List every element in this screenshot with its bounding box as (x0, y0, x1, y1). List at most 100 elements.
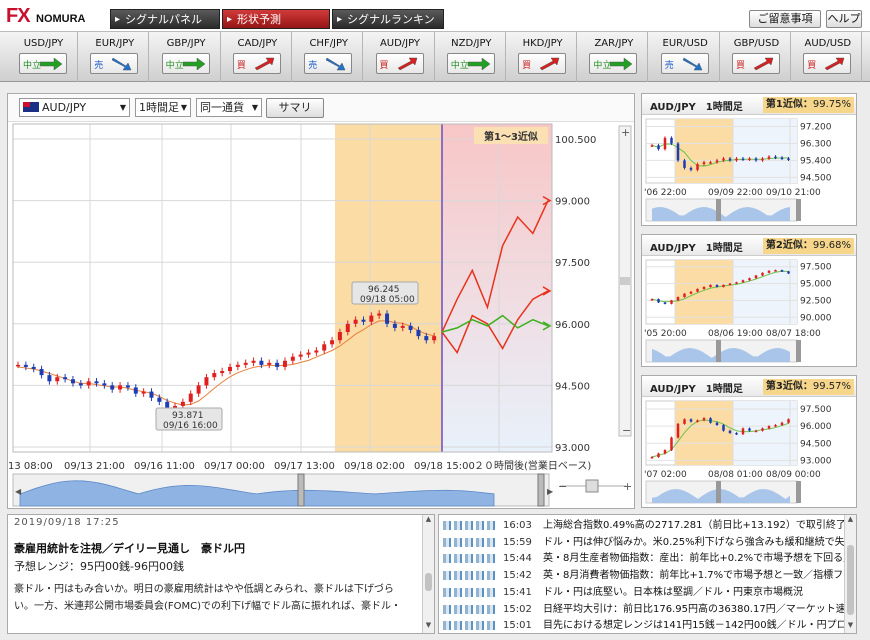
zoom-out-icon[interactable]: − (622, 424, 631, 437)
currency-eur-usd[interactable]: EUR/USD 売 (651, 32, 720, 82)
scroll-thumb[interactable] (847, 545, 854, 615)
horizontal-zoom-control[interactable]: − + (558, 479, 632, 493)
currency-hkd-jpy[interactable]: HKD/JPY 買 (508, 32, 578, 82)
currency-chf-jpy[interactable]: CHF/JPY 売 (294, 32, 364, 82)
scroll-down-icon[interactable]: ▼ (845, 621, 856, 631)
mini-navigator-handle[interactable] (716, 481, 721, 503)
signal-badge[interactable]: 中立 (589, 53, 638, 74)
scroll-up-icon[interactable]: ▲ (845, 515, 856, 525)
high-annotation-value: 96.245 (368, 285, 400, 295)
arrow-down-right-icon (111, 57, 132, 71)
summary-button[interactable]: サマリ (266, 98, 324, 118)
mini-candle (767, 426, 771, 429)
mini-candle (689, 167, 693, 170)
news-list-item[interactable]: 15:01 目先における想定レンジは141円15銭－142円00銭／ドル・円プロフ… (439, 617, 844, 633)
scroll-down-icon[interactable]: ▼ (423, 621, 434, 631)
signal-badge[interactable]: 買 (732, 53, 780, 74)
currency-usd-jpy[interactable]: USD/JPY 中立 (9, 32, 78, 82)
timeframe-select[interactable]: 1時間足 ▼ (135, 98, 191, 117)
mini-x-tick-label: 08/07 18:00 (766, 329, 821, 339)
similar-chart-1-header: AUD/JPY 1時間足 第1近似：99.75% (642, 94, 856, 115)
time-navigator[interactable]: ◀ ▶ (12, 473, 554, 507)
help-button[interactable]: ヘルプ (826, 10, 862, 28)
news-list-item[interactable]: 16:03 上海総合指数0.49%高の2717.281（前日比+13.192）で取… (439, 517, 844, 534)
news-list-item[interactable]: 15:02 日経平均大引け：前日比176.95円高の36380.17円／マーケット… (439, 601, 844, 618)
signal-badge[interactable]: 中立 (161, 53, 210, 74)
similar-chart-2[interactable]: AUD/JPY 1時間足 第2近似：99.68% 97.500 95.000 92.… (641, 234, 857, 367)
main-candle (290, 356, 295, 361)
main-candle (377, 313, 382, 316)
signal-badge[interactable]: 買 (232, 53, 281, 74)
scroll-left-icon[interactable]: ◀ (15, 487, 22, 496)
currency-gbp-jpy[interactable]: GBP/JPY 中立 (152, 32, 221, 82)
signal-badge[interactable]: 売 (304, 53, 353, 74)
news-source-logo (443, 571, 495, 581)
mini-candle (683, 419, 686, 424)
mini-candle (702, 286, 706, 289)
news-list-item[interactable]: 15:42 英・8月消費者物価指数：前年比+1.7%で市場予想と一致／指標フラッ (439, 567, 844, 584)
currency-aud-usd[interactable]: AUD/USD 買 (793, 32, 863, 82)
signal-badge[interactable]: 売 (90, 53, 139, 74)
tab-signal-ranking[interactable]: シグナルランキング (332, 9, 444, 46)
navigator-handle-left[interactable] (297, 473, 305, 507)
mini-candle (709, 284, 712, 287)
main-candle (345, 323, 350, 333)
currency-scope-select[interactable]: 同一通貨 ▼ (196, 98, 262, 117)
signal-badge[interactable]: 売 (660, 53, 709, 74)
hzoom-out-icon[interactable]: − (558, 480, 567, 493)
mini-future-region (733, 260, 797, 324)
hzoom-thumb[interactable] (585, 479, 599, 493)
mini-candle (754, 430, 758, 433)
main-candlestick-chart[interactable]: 100.500 99.000 97.500 96.000 94.500 93.000 第1〜… (8, 122, 634, 508)
signal-badge[interactable]: 中立 (19, 53, 67, 74)
mini-navigator-handle[interactable] (716, 199, 721, 221)
mini-candle (728, 158, 732, 161)
notice-button[interactable]: ご留意事項 (749, 10, 821, 28)
news-list-scrollbar[interactable]: ▲ ▼ (844, 515, 856, 633)
news-list-item[interactable]: 15:41 ドル・円は底堅い。日本株は堅調／ドル・円東京市場概況 (439, 584, 844, 601)
mini-y-tick-label: 90.000 (800, 313, 832, 323)
mini-candle (709, 418, 712, 423)
news-list-item[interactable]: 15:44 英・8月生産者物価指数：産出：前年比+0.2%で市場予想を下回る／指 (439, 550, 844, 567)
news-detail-scrollbar[interactable]: ▲ ▼ (422, 515, 434, 633)
main-candle (408, 325, 413, 330)
tab-shape-forecast[interactable]: 形状予測 (222, 9, 330, 30)
high-annotation-time: 09/18 05:00 (360, 295, 415, 305)
mini-navigator-handle[interactable] (796, 199, 801, 221)
signal-badge[interactable]: 買 (375, 53, 424, 74)
scroll-up-icon[interactable]: ▲ (423, 515, 434, 525)
mini-navigator-handle[interactable] (796, 481, 801, 503)
zoom-in-icon[interactable]: + (621, 126, 630, 139)
currency-nzd-jpy[interactable]: NZD/JPY 中立 (437, 32, 506, 82)
zoom-thumb[interactable] (620, 277, 630, 285)
arrow-right-icon (467, 57, 491, 71)
mini-y-tick-label: 92.500 (800, 296, 832, 306)
currency-aud-jpy[interactable]: AUD/JPY 買 (366, 32, 435, 82)
scroll-right-icon[interactable]: ▶ (547, 487, 554, 496)
similar-chart-1[interactable]: AUD/JPY 1時間足 第1近似：99.75% 97.200 96.300 95.… (641, 93, 857, 226)
currency-cad-jpy[interactable]: CAD/JPY 買 (223, 32, 292, 82)
signal-label: 売 (308, 61, 318, 71)
similar-chart-3[interactable]: AUD/JPY 1時間足 第3近似：99.57% 97.500 96.000 94.… (641, 375, 857, 508)
currency-eur-jpy[interactable]: EUR/JPY 売 (80, 32, 150, 82)
signal-badge[interactable]: 買 (803, 53, 852, 74)
main-candle (149, 391, 154, 398)
signal-badge[interactable]: 中立 (446, 53, 495, 74)
scroll-thumb[interactable] (425, 573, 432, 591)
hzoom-in-icon[interactable]: + (623, 480, 632, 493)
vertical-zoom-control[interactable]: +− (618, 125, 632, 437)
news-detail-title: 豪雇用統計を注視／デイリー見通し 豪ドル円 (14, 542, 245, 555)
currency-gbp-usd[interactable]: GBP/USD 買 (722, 32, 791, 82)
arrow-down-right-icon (325, 57, 346, 71)
signal-badge[interactable]: 買 (518, 53, 567, 74)
mini-navigator-handle[interactable] (796, 340, 801, 362)
navigator-handle-right[interactable] (537, 473, 545, 507)
mini-navigator-handle[interactable] (716, 340, 721, 362)
news-list-item[interactable]: 15:59 ドル・円は伸び悩みか。米0.25%利下げなら強含みも緩和継続で失速／今 (439, 534, 844, 551)
arrow-up-right-icon (753, 57, 774, 71)
tab-signal-panel[interactable]: シグナルパネル (110, 9, 220, 30)
mini-candle (754, 158, 758, 161)
currency-zar-jpy[interactable]: ZAR/JPY 中立 (579, 32, 649, 82)
mini-candle (683, 293, 686, 298)
pair-select[interactable]: AUD/JPY ▼ (19, 98, 130, 117)
